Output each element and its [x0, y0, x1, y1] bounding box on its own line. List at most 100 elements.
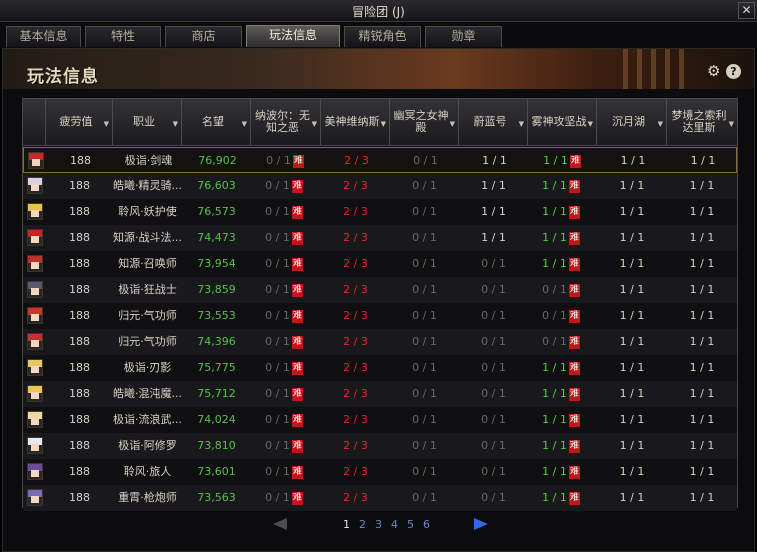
cell-c2: 2 / 3 [321, 329, 390, 355]
table-row[interactable]: 188 极诣·狂战士 73,859 0 / 1难2 / 30 / 10 / 10 / … [23, 277, 737, 303]
cell-fame: 74,396 [182, 329, 251, 355]
cell-text: 极诣·流浪武... [113, 413, 182, 426]
cell-text: 0 / 1 [481, 413, 506, 426]
cell-c6: 1 / 1 [598, 148, 668, 174]
cell-c7: 1 / 1 [667, 303, 737, 329]
cell-c4: 1 / 1 [459, 199, 528, 225]
page-number[interactable]: 6 [423, 518, 430, 531]
cell-c6: 1 / 1 [597, 433, 667, 459]
cell-c5: 0 / 1难 [528, 277, 594, 303]
header-job[interactable]: 职业 ▼ [113, 99, 182, 145]
page-number[interactable]: 2 [359, 518, 366, 531]
sort-arrow-icon: ▼ [172, 120, 178, 128]
difficulty-badge: 难 [291, 361, 303, 375]
close-icon[interactable]: ✕ [738, 2, 755, 19]
tab-elite-characters[interactable]: 精锐角色 [344, 26, 421, 47]
header-moon-lake[interactable]: 沉月湖 ▼ [597, 99, 667, 145]
header-azure[interactable]: 蔚蓝号 ▼ [459, 99, 528, 145]
cell-c1: 0 / 1难 [251, 355, 317, 381]
page-number[interactable]: 5 [407, 518, 414, 531]
table-row[interactable]: 188 知源·战斗法... 74,473 0 / 1难2 / 30 / 11 / 11… [23, 225, 737, 251]
table-row[interactable]: 188 极诣·剑魂 76,902 0 / 1难2 / 30 / 11 / 11 / 1… [23, 147, 737, 173]
cell-text: 73,553 [197, 309, 236, 322]
header-solidaris[interactable]: 梦境之索利达里斯 ▼ [667, 99, 737, 145]
character-avatar [27, 463, 43, 480]
table-row[interactable]: 188 极诣·刃影 75,775 0 / 1难2 / 30 / 10 / 11 / 1… [23, 355, 737, 381]
difficulty-badge: 难 [568, 387, 580, 401]
header-mist-god[interactable]: 雾神攻坚战 ▼ [528, 99, 597, 145]
help-icon[interactable]: ? [726, 64, 741, 79]
table-row[interactable]: 188 极诣·阿修罗 73,810 0 / 1难2 / 30 / 10 / 11 / … [23, 433, 737, 459]
difficulty-badge: 难 [568, 257, 580, 271]
cell-text: 1 / 1 [543, 154, 568, 167]
cell-c3: 0 / 1 [390, 173, 459, 199]
difficulty-badge: 难 [291, 335, 303, 349]
sort-arrow-icon: ▼ [587, 120, 593, 128]
cell-job: 皓曦·精灵骑... [113, 173, 182, 199]
prev-page-icon[interactable] [273, 518, 287, 530]
table-row[interactable]: 188 聆风·妖护使 76,573 0 / 1难2 / 30 / 11 / 11 / … [23, 199, 737, 225]
tab-shop[interactable]: 商店 [165, 26, 242, 47]
table-row[interactable]: 188 皓曦·混沌魔... 75,712 0 / 1难2 / 30 / 10 / 11… [23, 381, 737, 407]
table-row[interactable]: 188 归元·气功师 74,396 0 / 1难2 / 30 / 10 / 10 / … [23, 329, 737, 355]
cell-c1: 0 / 1难 [251, 329, 317, 355]
cell-c4: 0 / 1 [459, 277, 528, 303]
header-nether-temple[interactable]: 幽冥之女神殿 ▼ [390, 99, 459, 145]
cell-c6: 1 / 1 [597, 225, 667, 251]
page-number[interactable]: 1 [343, 518, 350, 531]
page-number[interactable]: 3 [375, 518, 382, 531]
table-row[interactable]: 188 归元·气功师 73,553 0 / 1难2 / 30 / 10 / 10 / … [23, 303, 737, 329]
cell-text: 188 [69, 257, 90, 270]
cell-c3: 0 / 1 [390, 381, 459, 407]
gear-icon[interactable]: ⚙ [707, 64, 722, 79]
table-row[interactable]: 188 聆风·旅人 73,601 0 / 1难2 / 30 / 10 / 11 / 1… [23, 459, 737, 485]
cell-text: 188 [69, 439, 90, 452]
cell-c3: 0 / 1 [390, 225, 459, 251]
next-page-icon[interactable] [474, 518, 488, 530]
cell-text: 皓曦·混沌魔... [113, 387, 182, 400]
character-avatar [27, 229, 43, 246]
cell-c4: 0 / 1 [459, 251, 528, 277]
character-avatar [27, 177, 43, 194]
page-number[interactable]: 4 [391, 518, 398, 531]
cell-fame: 76,902 [183, 148, 252, 174]
table-row[interactable]: 188 重霄·枪炮师 73,563 0 / 1难2 / 30 / 10 / 11 / … [23, 485, 737, 511]
table-row[interactable]: 188 皓曦·精灵骑... 76,603 0 / 1难2 / 30 / 11 / 11… [23, 173, 737, 199]
header-venus[interactable]: 美神维纳斯 ▼ [321, 99, 390, 145]
cell-text: 1 / 1 [619, 387, 645, 400]
cell-text: 0 / 1 [265, 465, 290, 478]
cell-text: 0 / 1 [542, 309, 567, 322]
header-fatigue[interactable]: 疲劳值 ▼ [46, 99, 113, 145]
cell-text: 74,024 [197, 413, 236, 426]
tab-traits[interactable]: 特性 [85, 26, 161, 47]
cell-c5: 1 / 1难 [528, 225, 594, 251]
cell-text: 极诣·阿修罗 [118, 439, 177, 452]
cell-text: 0 / 1 [481, 335, 506, 348]
cell-c1: 0 / 1难 [251, 407, 317, 433]
header-napol[interactable]: 纳波尔：无知之恶 ▼ [251, 99, 321, 145]
cell-c4: 0 / 1 [459, 303, 528, 329]
table-row[interactable]: 188 极诣·流浪武... 74,024 0 / 1难2 / 30 / 10 / 11… [23, 407, 737, 433]
cell-text: 极诣·剑魂 [124, 154, 173, 167]
cell-fatigue: 188 [46, 277, 113, 303]
tab-basic-info[interactable]: 基本信息 [6, 26, 81, 47]
cell-text: 0 / 1 [412, 491, 437, 504]
cell-c1: 0 / 1难 [251, 251, 317, 277]
cell-text: 0 / 1 [481, 257, 506, 270]
difficulty-badge: 难 [569, 154, 581, 168]
cell-text: 188 [69, 413, 90, 426]
sort-arrow-icon: ▼ [449, 120, 455, 128]
tab-medals[interactable]: 勋章 [425, 26, 502, 47]
cell-text: 188 [69, 491, 90, 504]
header-fame[interactable]: 名望 ▼ [182, 99, 251, 145]
cell-text: 1 / 1 [619, 491, 645, 504]
cell-c1: 0 / 1难 [251, 225, 317, 251]
cell-c5: 1 / 1难 [528, 459, 594, 485]
table-row[interactable]: 188 知源·召唤师 73,954 0 / 1难2 / 30 / 10 / 11 / … [23, 251, 737, 277]
tab-gameplay-info[interactable]: 玩法信息 [246, 25, 340, 47]
cell-c1: 0 / 1难 [251, 303, 317, 329]
cell-text: 0 / 1 [481, 309, 506, 322]
cell-text: 188 [69, 283, 90, 296]
cell-text: 归元·气功师 [118, 335, 177, 348]
cell-c4: 0 / 1 [459, 329, 528, 355]
